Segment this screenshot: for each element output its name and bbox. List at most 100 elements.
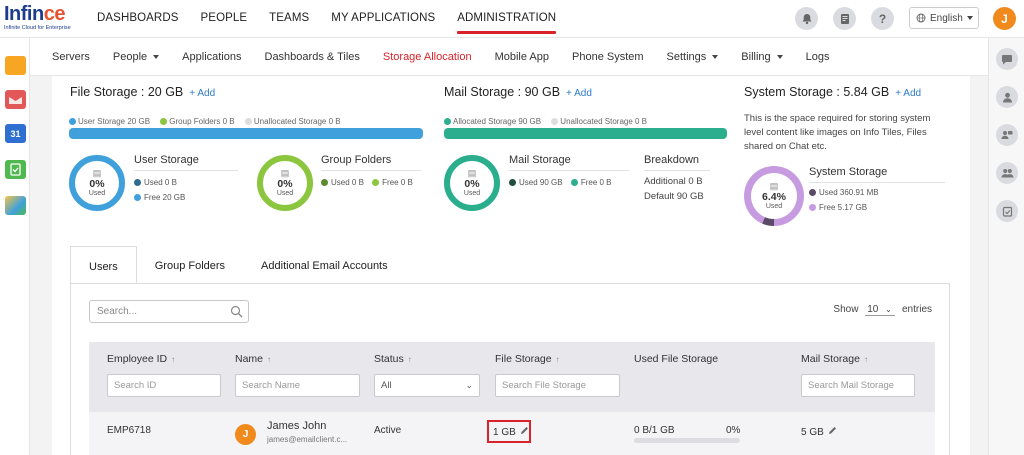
subnav-people[interactable]: People [112, 50, 160, 63]
server-icon: ▤ [769, 181, 779, 191]
user-avatar[interactable]: J [993, 7, 1016, 30]
calendar-app-icon[interactable]: 31 [5, 124, 26, 143]
system-storage-block-title: System Storage [809, 166, 888, 178]
group-icon[interactable] [996, 162, 1018, 184]
subnav-people-label: People [112, 50, 148, 63]
cell-name[interactable]: James John [267, 420, 326, 432]
sort-icon: ↑ [267, 355, 272, 364]
chevron-down-icon [966, 16, 973, 20]
nav-people[interactable]: PEOPLE [201, 0, 248, 38]
col-name[interactable]: Name ↑ [235, 353, 271, 365]
notes-icon[interactable] [833, 7, 856, 30]
add-mail-storage-link[interactable]: + Add [566, 88, 592, 99]
tasks-app-icon[interactable] [5, 160, 26, 179]
search-placeholder: Search... [97, 306, 138, 317]
nav-teams[interactable]: TEAMS [269, 0, 309, 38]
tab-group-folders[interactable]: Group Folders [137, 246, 243, 284]
edit-pencil-icon[interactable] [520, 426, 529, 435]
filter-employee-id[interactable]: Search ID [107, 374, 221, 397]
filter-file-storage[interactable]: Search File Storage [495, 374, 620, 397]
logo-name-part2: ce [43, 3, 66, 25]
subnav-logs[interactable]: Logs [806, 51, 830, 63]
server-icon: ▤ [92, 168, 102, 178]
subnav-servers[interactable]: Servers [52, 51, 90, 63]
language-select[interactable]: English [909, 7, 979, 29]
sort-icon: ↑ [863, 355, 868, 364]
nav-administration[interactable]: ADMINISTRATION [457, 0, 557, 38]
cell-used-pct: 0% [726, 425, 741, 436]
legend-unallocated-storage: Unallocated Storage 0 B [253, 117, 341, 126]
file-storage-title: File Storage : 20 GB + Add [70, 85, 215, 99]
user-storage-pct: 0% [89, 178, 105, 190]
subnav-dashboards-tiles[interactable]: Dashboards & Tiles [265, 51, 360, 63]
nav-dashboards[interactable]: DASHBOARDS [97, 0, 179, 38]
file-storage-title-text: File Storage : 20 GB [70, 85, 184, 99]
top-header: Infince Infinite Cloud for Enterprise DA… [0, 0, 1024, 38]
subnav-billing[interactable]: Billing [741, 51, 783, 63]
add-file-storage-link[interactable]: + Add [189, 88, 215, 99]
tab-users[interactable]: Users [70, 246, 137, 284]
col-mail-storage[interactable]: Mail Storage ↑ [801, 353, 868, 365]
mail-storage-block-title: Mail Storage [509, 154, 571, 166]
main-nav: DASHBOARDS PEOPLE TEAMS MY APPLICATIONS … [97, 0, 578, 38]
user-storage-used-text: Used 0 B [144, 178, 177, 187]
subnav-storage-allocation[interactable]: Storage Allocation [383, 51, 472, 63]
add-system-storage-link[interactable]: + Add [895, 88, 921, 99]
col-name-label: Name [235, 353, 264, 365]
subnav-phone-system[interactable]: Phone System [572, 51, 644, 63]
system-storage-used-text: Used 360.91 MB [819, 188, 879, 197]
cell-mail-storage[interactable]: 5 GB [801, 426, 837, 438]
cell-employee-id: EMP6718 [107, 425, 151, 436]
search-input[interactable]: Search... [89, 300, 249, 323]
folder-app-icon[interactable] [5, 56, 26, 75]
description-line: This is the space required for storing s… [744, 113, 931, 124]
legend-mail-unallocated: Unallocated Storage 0 B [560, 117, 648, 126]
nav-my-applications[interactable]: MY APPLICATIONS [331, 0, 435, 38]
legend-group-folders: Group Folders 0 B [169, 117, 235, 126]
cell-file-storage[interactable]: 1 GB [493, 426, 529, 438]
show-label: Show [833, 304, 859, 315]
divider [134, 170, 238, 171]
edit-pencil-icon[interactable] [828, 426, 837, 435]
file-storage-bar [69, 128, 423, 139]
infince-logo[interactable]: Infince Infinite Cloud for Enterprise [4, 4, 78, 34]
avatar: J [235, 424, 256, 445]
ring-center: ▤ 6.4% Used [751, 173, 797, 219]
page-size-select[interactable]: 10 ⌄ [865, 304, 896, 316]
divider [321, 170, 421, 171]
chat-icon[interactable] [996, 48, 1018, 70]
system-storage-pct: 6.4% [762, 191, 786, 203]
filter-mail-storage[interactable]: Search Mail Storage [801, 374, 915, 397]
mail-app-icon[interactable] [5, 90, 26, 109]
team-chat-icon[interactable] [996, 124, 1018, 146]
cell-email: james@emailclient.c... [267, 435, 348, 444]
filter-status-select[interactable]: All ⌄ [374, 374, 480, 397]
breakdown-additional: Additional 0 B [644, 176, 703, 187]
subnav-settings[interactable]: Settings [667, 51, 719, 63]
bell-icon[interactable] [795, 7, 818, 30]
col-file-storage[interactable]: File Storage ↑ [495, 353, 560, 365]
chevron-down-icon: ⌄ [885, 305, 892, 314]
group-folders-used-label: Used [276, 190, 294, 197]
subnav-mobile-app[interactable]: Mobile App [495, 51, 549, 63]
sort-icon: ↑ [171, 355, 176, 364]
col-status[interactable]: Status ↑ [374, 353, 412, 365]
col-employee-id[interactable]: Employee ID ↑ [107, 353, 175, 365]
group-folders-stats: Used 0 B Free 0 B [321, 178, 413, 187]
col-used-file-storage: Used File Storage [634, 353, 719, 365]
person-icon[interactable] [996, 86, 1018, 108]
tab-additional-email-accounts[interactable]: Additional Email Accounts [243, 246, 406, 284]
help-icon[interactable]: ? [871, 7, 894, 30]
system-storage-free-text: Free 5.17 GB [819, 203, 868, 212]
group-folders-ring: ▤ 0% Used [257, 155, 313, 211]
cell-mail-storage-value: 5 GB [801, 427, 824, 438]
description-line: shared on Chat etc. [744, 141, 827, 152]
subnav-applications[interactable]: Applications [182, 51, 241, 63]
entries-label: entries [901, 304, 932, 315]
filter-status-value: All [381, 380, 392, 391]
task-check-icon[interactable] [996, 200, 1018, 222]
mail-storage-ring: ▤ 0% Used [444, 155, 500, 211]
globe-icon [916, 13, 926, 23]
photos-app-icon[interactable] [5, 196, 26, 215]
filter-name[interactable]: Search Name [235, 374, 360, 397]
